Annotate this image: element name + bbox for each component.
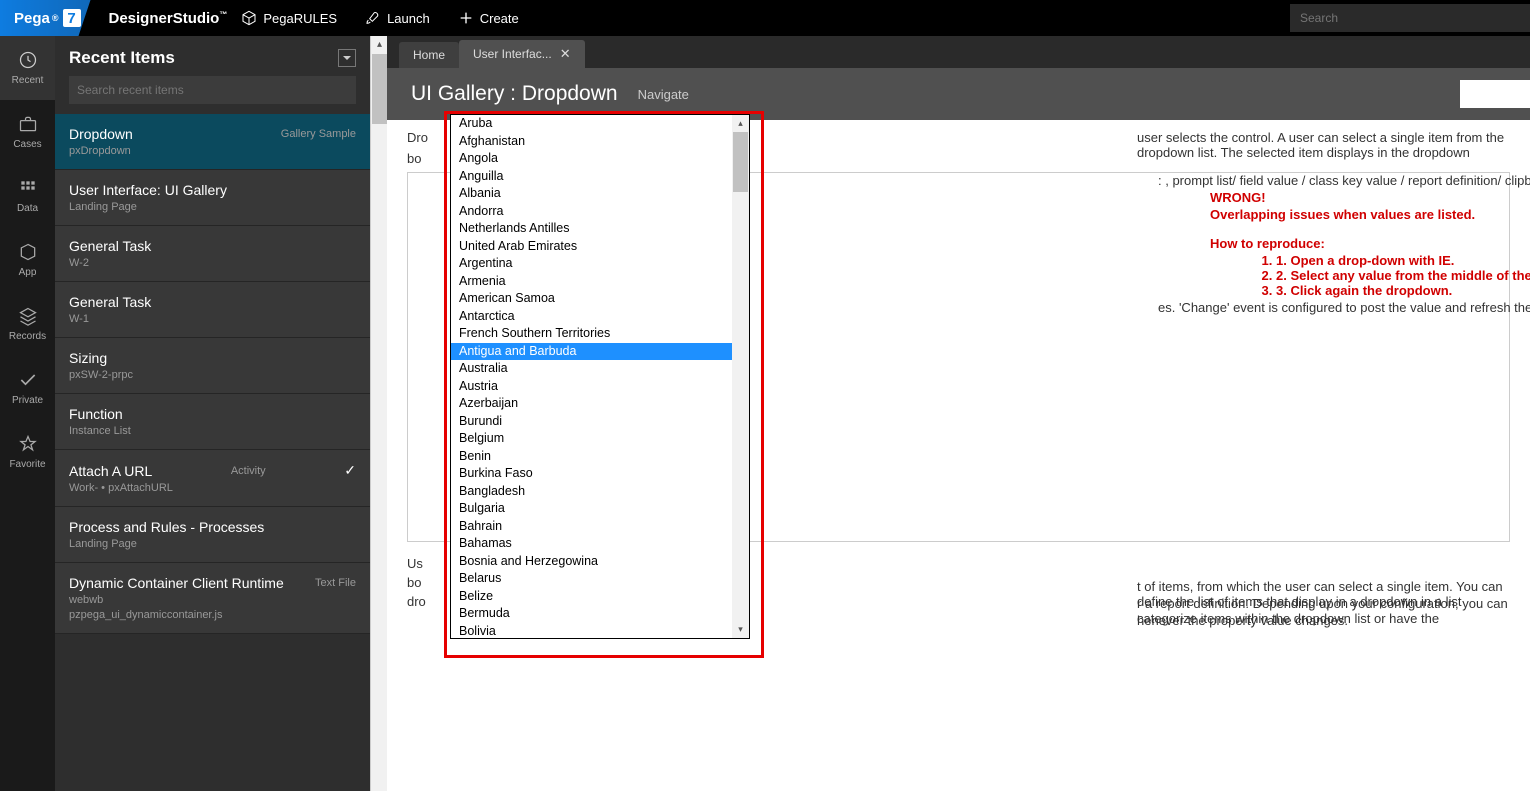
blank-strip [1460, 80, 1530, 108]
page-title-bar: UI Gallery : Dropdown Navigate [387, 68, 1530, 120]
dropdown-option[interactable]: Belize [451, 588, 732, 606]
recent-item[interactable]: FunctionInstance List [55, 394, 370, 450]
scroll-down-icon[interactable]: ▾ [732, 621, 749, 638]
dropdown-option[interactable]: Angola [451, 150, 732, 168]
dropdown-option[interactable]: Bangladesh [451, 483, 732, 501]
pega-logo[interactable]: Pega® 7 [0, 0, 91, 36]
left-rail-private[interactable]: Private [0, 356, 55, 420]
dropdown-option[interactable]: Antarctica [451, 308, 732, 326]
close-icon[interactable]: ✕ [560, 46, 571, 62]
dropdown-option[interactable]: Belgium [451, 430, 732, 448]
left-rail-data[interactable]: Data [0, 164, 55, 228]
dropdown-option[interactable]: Bermuda [451, 605, 732, 623]
page-title: UI Gallery : Dropdown [411, 82, 618, 106]
panel-scrollbar[interactable]: ▴ [370, 36, 387, 791]
dropdown-option[interactable]: Aruba [451, 115, 732, 133]
dropdown-option[interactable]: Belarus [451, 570, 732, 588]
dropdown-option[interactable]: American Samoa [451, 290, 732, 308]
briefcase-icon [18, 114, 38, 134]
topbar: Pega® 7 DesignerStudio™ PegaRULES Launch… [0, 0, 1530, 36]
dropdown-option[interactable]: Netherlands Antilles [451, 220, 732, 238]
rocket-icon [365, 10, 381, 26]
global-search[interactable] [1290, 4, 1530, 32]
dropdown-option[interactable]: Bulgaria [451, 500, 732, 518]
dropdown-option[interactable]: French Southern Territories [451, 325, 732, 343]
left-rail: Recent Cases Data App Records Private Fa… [0, 36, 55, 791]
recent-expand-toggle[interactable] [338, 49, 356, 67]
dropdown-option[interactable]: Argentina [451, 255, 732, 273]
chevron-down-icon [342, 53, 352, 63]
star-icon [18, 434, 38, 454]
dropdown-option[interactable]: Burundi [451, 413, 732, 431]
wrong-annotation: WRONG! Overlapping issues when values ar… [1158, 190, 1530, 298]
pegarules-menu[interactable]: PegaRULES [227, 10, 351, 26]
layers-icon [18, 306, 38, 326]
dropdown-scrollbar[interactable]: ▴ ▾ [732, 115, 749, 638]
desc-fragment: Dro [407, 130, 428, 145]
recent-search-input[interactable] [69, 76, 356, 104]
scroll-up-icon[interactable]: ▴ [371, 36, 388, 53]
navigate-button[interactable]: Navigate [638, 87, 689, 102]
tab-home[interactable]: Home [399, 42, 459, 68]
left-rail-favorite[interactable]: Favorite [0, 420, 55, 484]
usage-right3: henever the property value changes. [1137, 613, 1348, 628]
country-dropdown-list[interactable]: ArubaAfghanistanAngolaAnguillaAlbaniaAnd… [450, 114, 750, 639]
dropdown-option[interactable]: Afghanistan [451, 133, 732, 151]
launch-menu[interactable]: Launch [351, 10, 444, 26]
tab-bar: Home User Interfac... ✕ [387, 36, 1530, 68]
dropdown-option[interactable]: Bosnia and Herzegowina [451, 553, 732, 571]
scroll-thumb[interactable] [372, 54, 387, 124]
source-line: : , prompt list/ field value / class key… [1158, 173, 1530, 188]
cube-icon [241, 10, 257, 26]
recent-item[interactable]: General TaskW-2 [55, 226, 370, 282]
create-menu[interactable]: Create [444, 10, 533, 26]
designer-studio[interactable]: DesignerStudio™ [109, 10, 228, 27]
recent-panel: Recent Items DropdownGallery SamplepxDro… [55, 36, 370, 791]
recent-item[interactable]: SizingpxSW-2-prpc [55, 338, 370, 394]
left-rail-cases[interactable]: Cases [0, 100, 55, 164]
recent-item[interactable]: Dynamic Container Client RuntimeText Fil… [55, 563, 370, 634]
dropdown-option[interactable]: Bahamas [451, 535, 732, 553]
dropdown-option[interactable]: Armenia [451, 273, 732, 291]
recent-item[interactable]: DropdownGallery SamplepxDropdown [55, 114, 370, 170]
recent-title: Recent Items [69, 48, 175, 68]
recent-item[interactable]: General TaskW-1 [55, 282, 370, 338]
dropdown-option[interactable]: Bolivia [451, 623, 732, 639]
dropdown-option[interactable]: Benin [451, 448, 732, 466]
tab-user-interface[interactable]: User Interfac... ✕ [459, 40, 585, 68]
desc-right: user selects the control. A user can sel… [1137, 130, 1530, 160]
recent-item[interactable]: Process and Rules - ProcessesLanding Pag… [55, 507, 370, 563]
dropdown-option[interactable]: Austria [451, 378, 732, 396]
dropdown-option[interactable]: Burkina Faso [451, 465, 732, 483]
recent-item[interactable]: User Interface: UI GalleryLanding Page [55, 170, 370, 226]
check-icon [18, 370, 38, 390]
dropdown-option[interactable]: Antigua and Barbuda [451, 343, 732, 361]
desc-fragment: bo [407, 151, 421, 166]
clock-icon [18, 50, 38, 70]
box-icon [18, 242, 38, 262]
dropdown-option[interactable]: Azerbaijan [451, 395, 732, 413]
dropdown-option[interactable]: Bahrain [451, 518, 732, 536]
left-rail-app[interactable]: App [0, 228, 55, 292]
scroll-thumb[interactable] [733, 132, 748, 192]
dropdown-option[interactable]: Albania [451, 185, 732, 203]
dropdown-option[interactable]: United Arab Emirates [451, 238, 732, 256]
plus-icon [458, 10, 474, 26]
left-rail-records[interactable]: Records [0, 292, 55, 356]
scroll-up-icon[interactable]: ▴ [732, 115, 749, 132]
dropdown-option[interactable]: Anguilla [451, 168, 732, 186]
grid-icon [18, 178, 38, 198]
change-line: es. 'Change' event is configured to post… [1158, 300, 1530, 315]
recent-item[interactable]: Attach A URLActivity✓Work- • pxAttachURL [55, 450, 370, 507]
search-input[interactable] [1290, 4, 1530, 32]
dropdown-option[interactable]: Australia [451, 360, 732, 378]
dropdown-option[interactable]: Andorra [451, 203, 732, 221]
left-rail-recent[interactable]: Recent [0, 36, 55, 100]
